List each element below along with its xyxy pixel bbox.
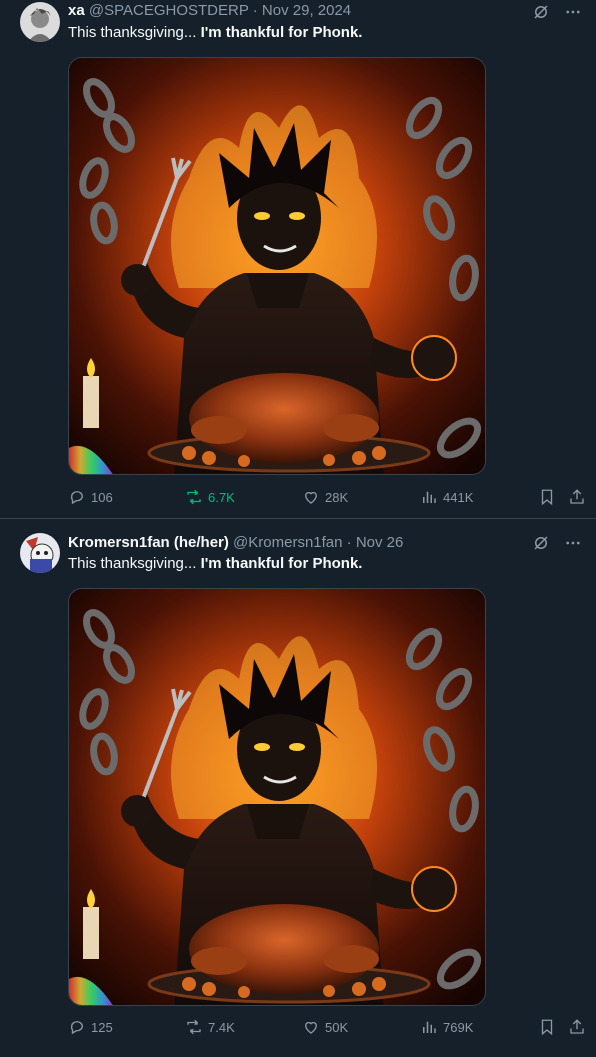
tweet-text-plain: This thanksgiving...	[68, 24, 201, 41]
tweet-date[interactable]: Nov 29, 2024	[262, 2, 351, 19]
bookmark-button[interactable]	[538, 488, 556, 506]
separator-dot: ·	[252, 2, 258, 19]
like-count: 50K	[325, 1019, 349, 1035]
like-button[interactable]: 28K	[302, 488, 348, 506]
tweet-text-plain: This thanksgiving...	[68, 555, 201, 572]
tweet-text-bold: I'm thankful for Phonk.	[200, 24, 363, 41]
display-name[interactable]: Kromersn1fan (he/her)	[68, 534, 229, 551]
tweet-image[interactable]	[68, 588, 486, 1006]
tweet[interactable]: xa @SPACEGHOSTDERP · Nov 29, 2024 This t…	[0, 0, 596, 518]
repost-count: 6.7K	[208, 489, 235, 505]
share-icon	[570, 489, 584, 504]
tweet-text-bold: I'm thankful for Phonk.	[200, 555, 363, 572]
repost-button[interactable]: 6.7K	[185, 488, 235, 506]
more-icon[interactable]	[564, 3, 582, 21]
grok-icon[interactable]	[532, 3, 550, 21]
repost-icon	[187, 489, 201, 505]
like-count: 28K	[325, 489, 349, 505]
repost-count: 7.4K	[208, 1019, 235, 1035]
heart-icon	[305, 491, 317, 504]
bookmark-button[interactable]	[538, 1018, 556, 1036]
tweet-actions: 106 6.7K 28K 441K	[68, 488, 588, 508]
views-icon	[423, 491, 436, 503]
tweet-header: Kromersn1fan (he/her) @Kromersn1fan · No…	[68, 533, 403, 553]
avatar[interactable]	[20, 2, 60, 42]
tweet[interactable]: Kromersn1fan (he/her) @Kromersn1fan · No…	[0, 520, 596, 1057]
grok-icon[interactable]	[532, 534, 550, 552]
tweet-top-actions	[532, 534, 582, 552]
tweet-divider	[0, 518, 596, 519]
reply-icon	[70, 491, 83, 505]
tweet-text: This thanksgiving... I'm thankful for Ph…	[68, 554, 362, 574]
reply-count: 106	[91, 489, 113, 505]
reply-icon	[70, 1021, 83, 1035]
share-button[interactable]	[568, 1018, 586, 1036]
views-button[interactable]: 441K	[420, 488, 473, 506]
views-button[interactable]: 769K	[420, 1018, 473, 1036]
repost-icon	[187, 1019, 201, 1035]
separator-dot: ·	[346, 534, 352, 551]
tweet-image[interactable]	[68, 57, 486, 475]
reply-button[interactable]: 106	[68, 488, 113, 506]
share-icon	[570, 1019, 584, 1034]
views-count: 769K	[443, 1019, 474, 1035]
bookmark-icon	[541, 489, 553, 506]
reply-count: 125	[91, 1019, 113, 1035]
repost-button[interactable]: 7.4K	[185, 1018, 235, 1036]
timeline-feed: xa @SPACEGHOSTDERP · Nov 29, 2024 This t…	[0, 0, 596, 1057]
tweet-top-actions	[532, 3, 582, 21]
tweet-actions: 125 7.4K 50K 769K	[68, 1018, 588, 1038]
avatar[interactable]	[20, 533, 60, 573]
views-count: 441K	[443, 489, 474, 505]
tweet-text: This thanksgiving... I'm thankful for Ph…	[68, 23, 362, 43]
user-handle[interactable]: @SPACEGHOSTDERP	[89, 2, 249, 19]
tweet-header: xa @SPACEGHOSTDERP · Nov 29, 2024	[68, 1, 351, 21]
like-button[interactable]: 50K	[302, 1018, 348, 1036]
views-icon	[423, 1021, 436, 1033]
reply-button[interactable]: 125	[68, 1018, 113, 1036]
display-name[interactable]: xa	[68, 2, 85, 19]
bookmark-icon	[541, 1019, 553, 1036]
heart-icon	[305, 1021, 317, 1034]
user-handle[interactable]: @Kromersn1fan	[233, 534, 342, 551]
more-icon[interactable]	[564, 534, 582, 552]
share-button[interactable]	[568, 488, 586, 506]
tweet-date[interactable]: Nov 26	[356, 534, 404, 551]
